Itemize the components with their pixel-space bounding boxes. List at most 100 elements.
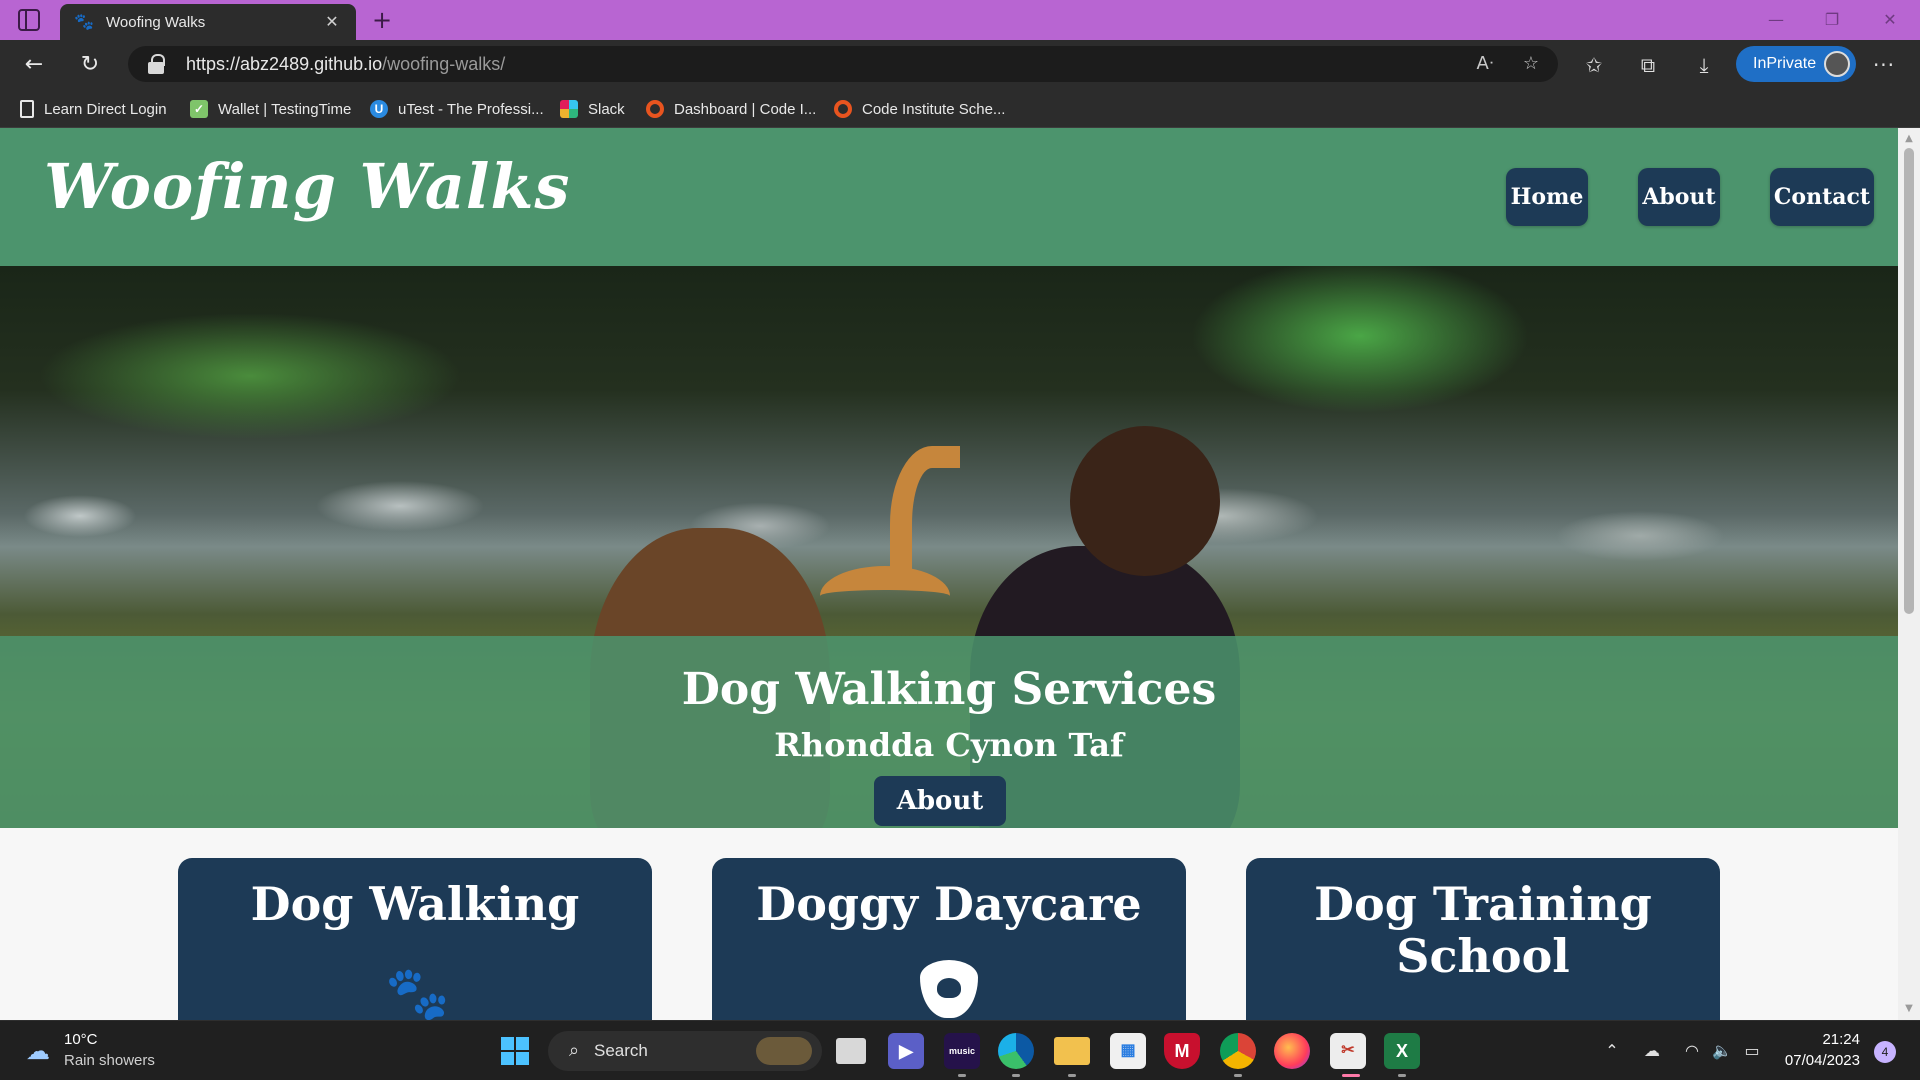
paw-icon: 🐾 [74,12,94,31]
file-explorer-icon[interactable] [836,1038,866,1064]
search-label: Search [594,1041,648,1060]
nav-contact-link[interactable]: Contact [1770,168,1874,226]
folder-icon[interactable] [1054,1037,1090,1065]
weather-description[interactable]: Rain showers [64,1052,155,1069]
bookmark-learn-direct[interactable]: Learn Direct Login [20,98,167,120]
browser-titlebar: 🐾 Woofing Walks ✕ + — ❐ ✕ [0,0,1920,40]
inprivate-button[interactable]: InPrivate [1736,46,1856,82]
snipping-tool-icon[interactable]: ✂ [1330,1033,1366,1069]
notification-badge[interactable]: 4 [1874,1041,1896,1063]
inprivate-label: InPrivate [1753,55,1817,72]
bookmarks-bar: Learn Direct Login ✓ Wallet | TestingTim… [0,88,1920,128]
new-tab-button[interactable]: + [368,6,396,34]
service-title: Dog Walking [250,877,580,931]
excel-icon[interactable]: X [1384,1033,1420,1069]
weather-temperature[interactable]: 10°C [64,1031,98,1048]
scroll-down-icon[interactable]: ▼ [1902,1002,1916,1016]
hero-subtitle: Rhondda Cynon Taf [774,726,1124,764]
about-us-button[interactable]: About Us [874,776,1006,826]
show-hidden-icons-chevron-icon[interactable]: ⌃ [1600,1039,1624,1063]
dog-shield-icon [920,960,978,1018]
rain-cloud-icon[interactable]: ☁ [22,1035,54,1067]
clock-date[interactable]: 07/04/2023 [1782,1052,1860,1069]
refresh-button[interactable]: ↻ [74,49,106,81]
url-text[interactable]: https://abz2489.github.io/woofing-walks/ [186,54,505,75]
firefox-icon[interactable] [1274,1033,1310,1069]
url-path: /woofing-walks/ [382,54,506,74]
minimize-button[interactable]: — [1756,6,1796,34]
downloads-icon[interactable]: ⤓ [1688,49,1720,81]
volume-icon[interactable]: 🔈 [1710,1039,1734,1063]
code-institute-icon [834,100,852,118]
service-title: Dog Training School [1314,877,1652,983]
edge-icon[interactable] [998,1033,1034,1069]
active-indicator [1342,1074,1360,1077]
address-bar[interactable]: https://abz2489.github.io/woofing-walks/… [128,46,1558,82]
tab-title: Woofing Walks [106,13,206,31]
slack-icon [560,100,578,118]
windows-start-icon[interactable] [501,1037,529,1065]
bookmark-slack[interactable]: Slack [560,98,625,120]
nav-home-link[interactable]: Home [1506,168,1588,226]
bookmark-label: Dashboard | Code I... [674,100,817,118]
running-indicator [958,1074,966,1077]
dog-head [1070,426,1220,576]
onedrive-icon[interactable]: ☁ [1640,1039,1664,1063]
bookmark-code-institute-schedule[interactable]: Code Institute Sche... [834,98,1005,120]
search-highlight-image [756,1037,812,1065]
testingtime-icon: ✓ [190,100,208,118]
teams-icon[interactable]: ▶ [888,1033,924,1069]
profile-avatar [1824,51,1850,77]
service-card-dog-training: Dog Training School [1246,858,1720,1020]
paw-icon: 🐾 [385,964,450,1020]
site-header: Woofing Walks Home About Contact [0,128,1898,266]
bookmark-label: Wallet | TestingTime [218,100,352,118]
url-host: https://abz2489.github.io [186,54,383,74]
bookmark-label: Code Institute Sche... [862,100,1006,118]
tab-woofing-walks[interactable]: 🐾 Woofing Walks ✕ [60,4,356,40]
bookmark-utest[interactable]: U uTest - The Professi... [370,98,544,120]
bookmark-dashboard-code-institute[interactable]: Dashboard | Code I... [646,98,816,120]
bookmark-label: Learn Direct Login [44,100,167,118]
running-indicator [1012,1074,1020,1077]
clock-time[interactable]: 21:24 [1822,1031,1860,1048]
taskbar: ☁ 10°C Rain showers ⌕ Search ▶ music ▦ M… [0,1020,1920,1080]
service-title: Doggy Daycare [756,877,1142,931]
code-institute-icon [646,100,664,118]
lock-icon[interactable] [148,54,165,74]
settings-more-icon[interactable]: ··· [1868,49,1900,81]
amazon-music-icon[interactable]: music [944,1033,980,1069]
bookmark-testingtime[interactable]: ✓ Wallet | TestingTime [190,98,351,120]
hero-title: Dog Walking Services [681,664,1217,715]
nav-about-link[interactable]: About [1638,168,1720,226]
collections-icon[interactable]: ⧉ [1632,49,1664,81]
running-indicator [1068,1074,1076,1077]
bookmark-label: uTest - The Professi... [398,100,544,118]
store-icon[interactable]: ▦ [1110,1033,1146,1069]
bookmark-label: Slack [588,100,625,118]
scroll-up-icon[interactable]: ▲ [1902,132,1916,146]
wifi-icon[interactable]: ◠ [1680,1039,1704,1063]
favorites-icon[interactable]: ✩ [1578,49,1610,81]
utest-icon: U [370,100,388,118]
hero-image: Dog Walking Services Rhondda Cynon Taf A… [0,266,1898,828]
close-tab-icon[interactable]: ✕ [320,10,344,34]
close-window-button[interactable]: ✕ [1870,6,1910,34]
mcafee-icon[interactable]: M [1164,1033,1200,1069]
site-logo[interactable]: Woofing Walks [44,150,570,223]
chrome-icon[interactable] [1220,1033,1256,1069]
service-card-dog-walking: Dog Walking 🐾 [178,858,652,1020]
page-icon [20,100,34,118]
restore-button[interactable]: ❐ [1812,6,1852,34]
add-favorite-icon[interactable]: ☆ [1518,51,1544,77]
scroll-thumb[interactable] [1904,148,1914,614]
taskbar-search[interactable]: ⌕ Search [548,1031,822,1071]
search-icon: ⌕ [568,1040,580,1061]
battery-icon[interactable]: ▭ [1740,1039,1764,1063]
back-button[interactable]: ← [18,49,50,81]
page-scrollbar[interactable]: ▲ ▼ [1898,128,1920,1020]
read-aloud-icon[interactable]: Aᐧ [1472,51,1498,77]
tab-actions-icon[interactable] [18,9,40,31]
browser-toolbar: ← ↻ https://abz2489.github.io/woofing-wa… [0,40,1920,88]
service-card-doggy-daycare: Doggy Daycare [712,858,1186,1020]
